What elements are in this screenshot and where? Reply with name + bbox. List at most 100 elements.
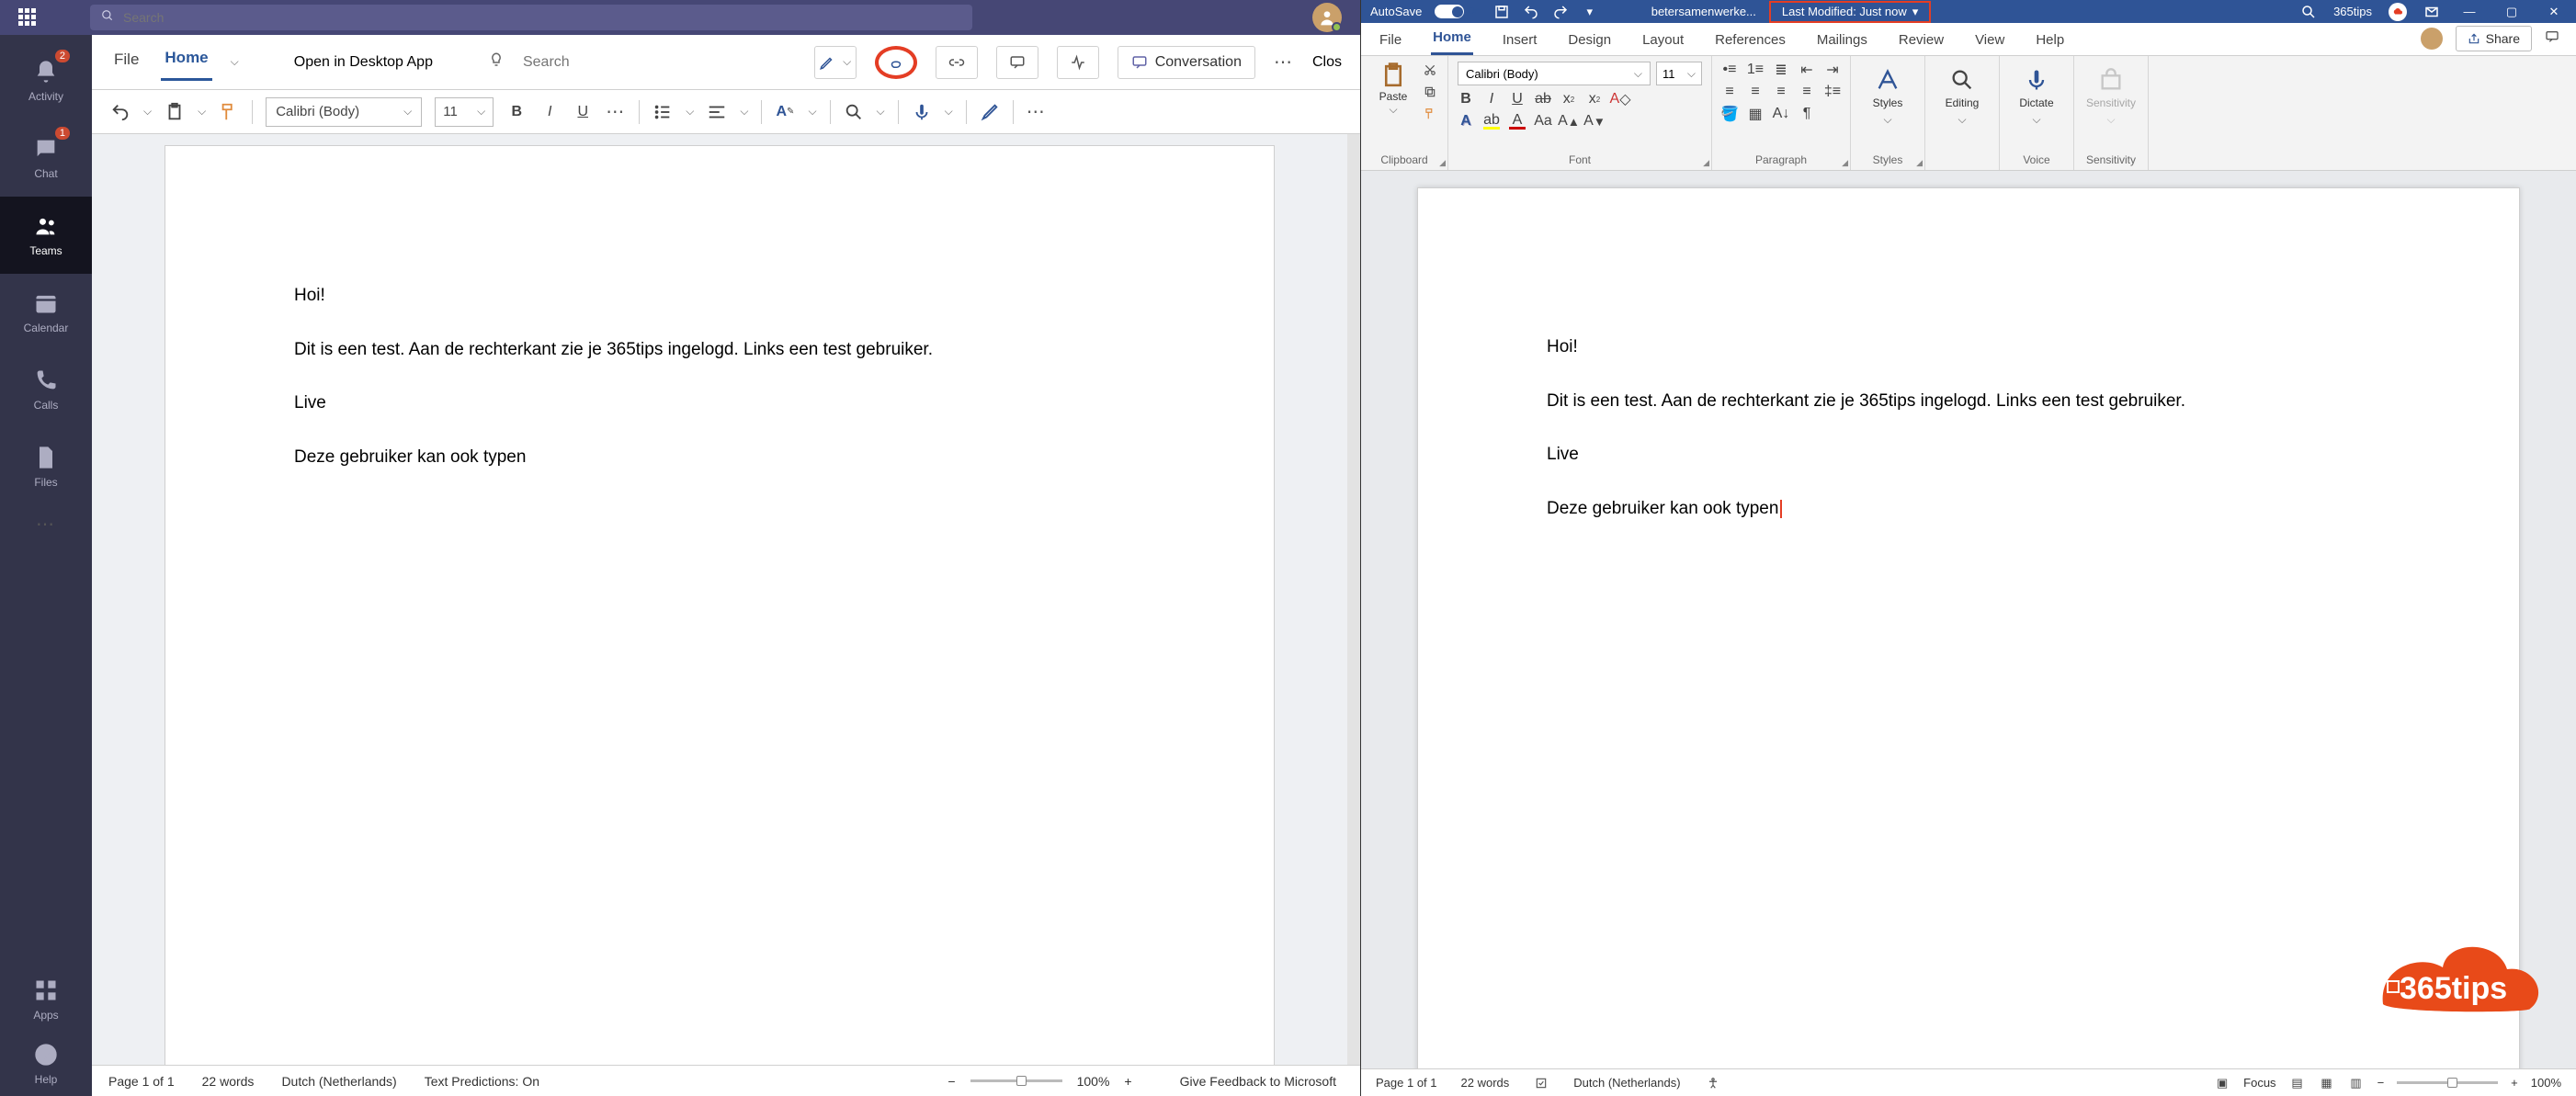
zoom-slider[interactable] xyxy=(2397,1081,2498,1084)
status-page[interactable]: Page 1 of 1 xyxy=(108,1074,175,1089)
toolbar-more-icon[interactable]: ⋯ xyxy=(1027,100,1047,123)
web-view-icon[interactable]: ▥ xyxy=(2348,1075,2365,1091)
close-button[interactable]: Clos xyxy=(1312,54,1342,71)
wtab-references[interactable]: References xyxy=(1713,27,1787,55)
sort-icon[interactable]: A↓ xyxy=(1773,106,1789,122)
zoom-in-icon[interactable]: + xyxy=(1124,1074,1131,1089)
status-words[interactable]: 22 words xyxy=(202,1074,255,1089)
justify-icon[interactable]: ≡ xyxy=(1799,84,1815,100)
doc-paragraph[interactable]: Live xyxy=(1547,443,2390,468)
align-icon[interactable] xyxy=(707,102,727,122)
bullets-icon[interactable]: •≡ xyxy=(1721,62,1738,78)
link-button[interactable] xyxy=(936,46,978,79)
zoom-level[interactable]: 100% xyxy=(1077,1074,1110,1089)
ribbon-display-icon[interactable] xyxy=(2423,4,2440,20)
dialog-launcher-icon[interactable]: ◢ xyxy=(1439,158,1446,168)
cut-icon[interactable] xyxy=(1422,62,1438,78)
align-right-icon[interactable]: ≡ xyxy=(1773,84,1789,100)
app-launcher-icon[interactable] xyxy=(18,8,37,27)
format-painter-icon[interactable] xyxy=(219,102,239,122)
dialog-launcher-icon[interactable]: ◢ xyxy=(1842,158,1848,168)
status-feedback[interactable]: Give Feedback to Microsoft xyxy=(1180,1074,1336,1089)
align-left-icon[interactable]: ≡ xyxy=(1721,84,1738,100)
doc-paragraph[interactable]: Hoi! xyxy=(294,284,1145,309)
clear-format-icon[interactable]: A◇ xyxy=(1612,91,1628,107)
redo-icon[interactable] xyxy=(1552,4,1569,20)
strike-icon[interactable]: ab xyxy=(1535,91,1551,107)
superscript-icon[interactable]: x2 xyxy=(1586,91,1603,107)
coauthor-avatar[interactable] xyxy=(2421,28,2443,50)
focus-view-icon[interactable]: ▣ xyxy=(2214,1075,2230,1091)
undo-icon[interactable] xyxy=(110,102,131,122)
sidebar-item-help[interactable]: Help xyxy=(0,1032,92,1096)
underline-icon[interactable]: U xyxy=(573,102,593,122)
format-painter-icon[interactable] xyxy=(1422,106,1438,122)
open-in-desktop-button[interactable]: Open in Desktop App xyxy=(294,54,433,71)
tab-file[interactable]: File xyxy=(110,45,142,80)
editor-icon[interactable] xyxy=(980,102,1000,122)
styles-icon[interactable]: A✎ xyxy=(775,102,795,122)
indent-icon[interactable]: ⇥ xyxy=(1824,62,1841,78)
tell-me-search[interactable] xyxy=(523,54,615,71)
sidebar-item-activity[interactable]: 2 Activity xyxy=(0,42,92,119)
more-button[interactable]: ⋯ xyxy=(1274,51,1294,73)
status-predictions[interactable]: Text Predictions: On xyxy=(425,1074,539,1089)
zoom-in-icon[interactable]: + xyxy=(2511,1076,2518,1090)
highlight-icon[interactable]: ab xyxy=(1483,113,1500,130)
wtab-layout[interactable]: Layout xyxy=(1640,27,1685,55)
dictate-icon[interactable] xyxy=(912,102,932,122)
vertical-scrollbar[interactable] xyxy=(1347,134,1360,1065)
focus-label[interactable]: Focus xyxy=(2243,1076,2275,1090)
close-button[interactable]: ✕ xyxy=(2541,5,2567,19)
editing-button[interactable]: Editing ⌵ xyxy=(1935,62,1990,132)
paste-button[interactable]: Paste ⌵ xyxy=(1370,62,1416,117)
teams-search-box[interactable] xyxy=(90,5,972,30)
wtab-insert[interactable]: Insert xyxy=(1501,27,1539,55)
pen-button[interactable]: ⌵ xyxy=(814,46,857,79)
status-language[interactable]: Dutch (Netherlands) xyxy=(281,1074,396,1089)
wtab-file[interactable]: File xyxy=(1378,27,1403,55)
doc-paragraph[interactable]: Dit is een test. Aan de rechterkant zie … xyxy=(1547,390,2390,414)
bullets-icon[interactable] xyxy=(653,102,673,122)
read-view-icon[interactable]: ▤ xyxy=(2289,1075,2306,1091)
accessibility-icon[interactable] xyxy=(1705,1075,1721,1091)
doc-paragraph[interactable]: Hoi! xyxy=(1547,335,2390,360)
copy-icon[interactable] xyxy=(1422,84,1438,100)
zoom-level[interactable]: 100% xyxy=(2531,1076,2561,1090)
styles-button[interactable]: Styles ⌵ xyxy=(1860,62,1915,132)
tab-home[interactable]: Home xyxy=(161,43,211,81)
find-icon[interactable] xyxy=(844,102,864,122)
shrink-font-icon[interactable]: A▼ xyxy=(1586,113,1603,130)
doc-paragraph[interactable]: Deze gebruiker kan ook typen xyxy=(294,446,1145,470)
comments-pane-icon[interactable] xyxy=(2545,29,2559,48)
subscript-icon[interactable]: x2 xyxy=(1560,91,1577,107)
wtab-home[interactable]: Home xyxy=(1431,24,1473,55)
wtab-review[interactable]: Review xyxy=(1897,27,1946,55)
font-color-icon[interactable]: A xyxy=(1509,113,1526,130)
sidebar-more[interactable]: ⋯ xyxy=(0,505,92,542)
zoom-out-icon[interactable]: − xyxy=(2377,1076,2385,1090)
sidebar-item-files[interactable]: Files xyxy=(0,428,92,505)
share-button[interactable]: Share xyxy=(2456,26,2532,51)
doc-paragraph[interactable]: Dit is een test. Aan de rechterkant zie … xyxy=(294,338,1145,363)
wtab-help[interactable]: Help xyxy=(2034,27,2066,55)
dialog-launcher-icon[interactable]: ◢ xyxy=(1916,158,1923,168)
status-page[interactable]: Page 1 of 1 xyxy=(1376,1076,1437,1090)
sidebar-item-chat[interactable]: 1 Chat xyxy=(0,119,92,197)
font-name-select[interactable]: Calibri (Body)⌵ xyxy=(266,97,422,127)
catch-up-button[interactable] xyxy=(875,46,917,79)
wtab-mailings[interactable]: Mailings xyxy=(1815,27,1869,55)
last-modified-box[interactable]: Last Modified: Just now ▾ xyxy=(1769,1,1931,23)
word-document-canvas[interactable]: Hoi! Dit is een test. Aan de rechterkant… xyxy=(1361,171,2576,1068)
user-avatar[interactable] xyxy=(1312,3,1342,32)
font-more-icon[interactable]: ⋯ xyxy=(606,100,626,123)
wtab-view[interactable]: View xyxy=(1973,27,2006,55)
minimize-button[interactable]: — xyxy=(2457,5,2482,18)
qat-customize-icon[interactable]: ▾ xyxy=(1582,4,1598,20)
wtab-design[interactable]: Design xyxy=(1566,27,1613,55)
titlebar-search-icon[interactable] xyxy=(2300,4,2317,20)
font-size-select[interactable]: 11⌵ xyxy=(1656,62,1702,85)
italic-icon[interactable]: I xyxy=(1483,91,1500,107)
italic-icon[interactable]: I xyxy=(539,102,560,122)
show-marks-icon[interactable]: ¶ xyxy=(1799,106,1815,122)
